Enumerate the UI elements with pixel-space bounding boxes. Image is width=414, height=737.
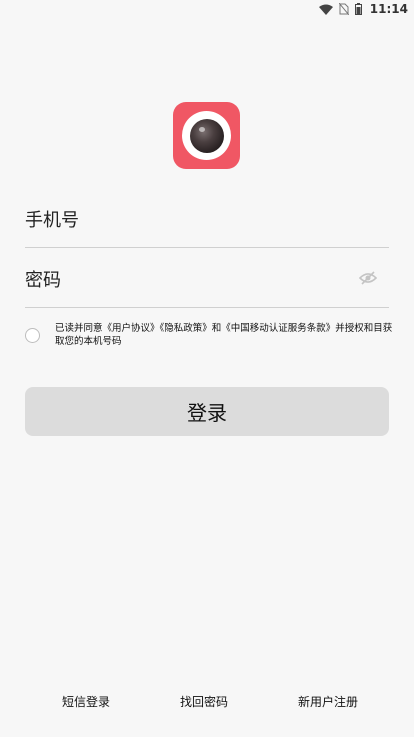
eye-hidden-icon[interactable] (358, 270, 378, 286)
wifi-icon (318, 4, 333, 15)
login-button[interactable]: 登录 (25, 387, 389, 436)
phone-input[interactable] (25, 206, 345, 234)
register-link[interactable]: 新用户注册 (298, 693, 358, 710)
no-sim-icon (338, 3, 349, 15)
sms-login-link[interactable]: 短信登录 (62, 693, 110, 710)
agreement-checkbox[interactable] (25, 328, 40, 343)
forgot-password-link[interactable]: 找回密码 (180, 693, 228, 710)
battery-icon (354, 3, 362, 15)
password-field (25, 258, 389, 308)
lens (189, 118, 224, 153)
agreement-text[interactable]: 已读并同意《用户协议》《隐私政策》和《中国移动认证服务条款》并授权和目获取您的本… (55, 322, 393, 348)
status-time: 11:14 (369, 2, 408, 16)
status-bar: 11:14 (0, 0, 414, 18)
camera-lens-icon (182, 111, 231, 160)
app-logo (173, 102, 240, 169)
password-input[interactable] (25, 266, 345, 294)
phone-field (25, 198, 389, 248)
